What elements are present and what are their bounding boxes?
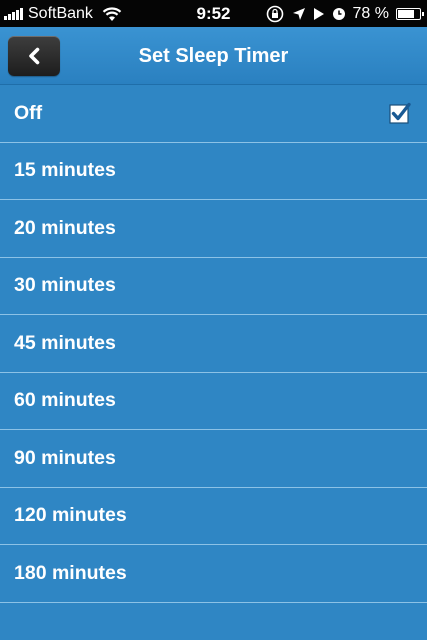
- option-label: Off: [14, 101, 43, 124]
- battery-percent: 78 %: [352, 4, 389, 22]
- play-icon: [313, 7, 324, 20]
- timer-option-45[interactable]: 45 minutes: [0, 315, 427, 373]
- signal-icon: [4, 7, 23, 20]
- option-label: 120 minutes: [14, 504, 127, 527]
- rotation-lock-icon: [266, 5, 283, 22]
- timer-option-90[interactable]: 90 minutes: [0, 430, 427, 488]
- option-label: 20 minutes: [14, 216, 116, 239]
- timer-option-60[interactable]: 60 minutes: [0, 373, 427, 430]
- carrier-name: SoftBank: [28, 4, 93, 22]
- timer-option-15[interactable]: 15 minutes: [0, 143, 427, 200]
- option-label: 30 minutes: [14, 274, 116, 297]
- back-button[interactable]: [8, 36, 60, 76]
- option-label: 15 minutes: [14, 159, 116, 182]
- option-label: 180 minutes: [14, 561, 127, 584]
- option-label: 90 minutes: [14, 446, 116, 469]
- page-title: Set Sleep Timer: [138, 45, 289, 67]
- chevron-left-icon: [29, 47, 40, 65]
- timer-option-30[interactable]: 30 minutes: [0, 258, 427, 315]
- checkbox-checked-icon: [389, 102, 411, 124]
- battery-level-fill: [398, 9, 414, 18]
- alarm-icon: [332, 7, 345, 20]
- option-label: 60 minutes: [14, 389, 116, 412]
- timer-option-off[interactable]: Off: [0, 85, 427, 143]
- timer-option-180[interactable]: 180 minutes: [0, 545, 427, 603]
- timer-option-20[interactable]: 20 minutes: [0, 200, 427, 258]
- location-icon: [292, 7, 305, 20]
- battery-icon: [396, 7, 424, 20]
- sleep-timer-options: Off 15 minutes 20 minutes 30 minutes 45 …: [0, 85, 427, 603]
- timer-option-120[interactable]: 120 minutes: [0, 488, 427, 545]
- navigation-bar: Set Sleep Timer: [0, 27, 427, 85]
- wifi-icon: [102, 6, 122, 21]
- status-bar: SoftBank 9:52 78 %: [0, 0, 427, 27]
- option-label: 45 minutes: [14, 331, 116, 354]
